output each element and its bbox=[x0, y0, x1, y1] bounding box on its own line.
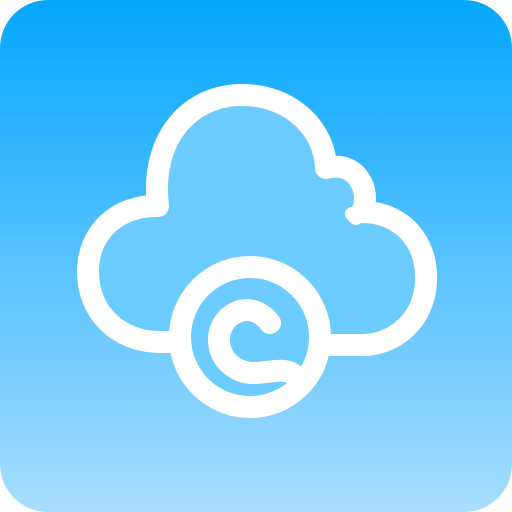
cloud-notch bbox=[345, 207, 363, 225]
circle-badge bbox=[169, 256, 331, 418]
app-icon-stage bbox=[0, 0, 512, 512]
cloud-app-icon[interactable] bbox=[0, 0, 512, 512]
